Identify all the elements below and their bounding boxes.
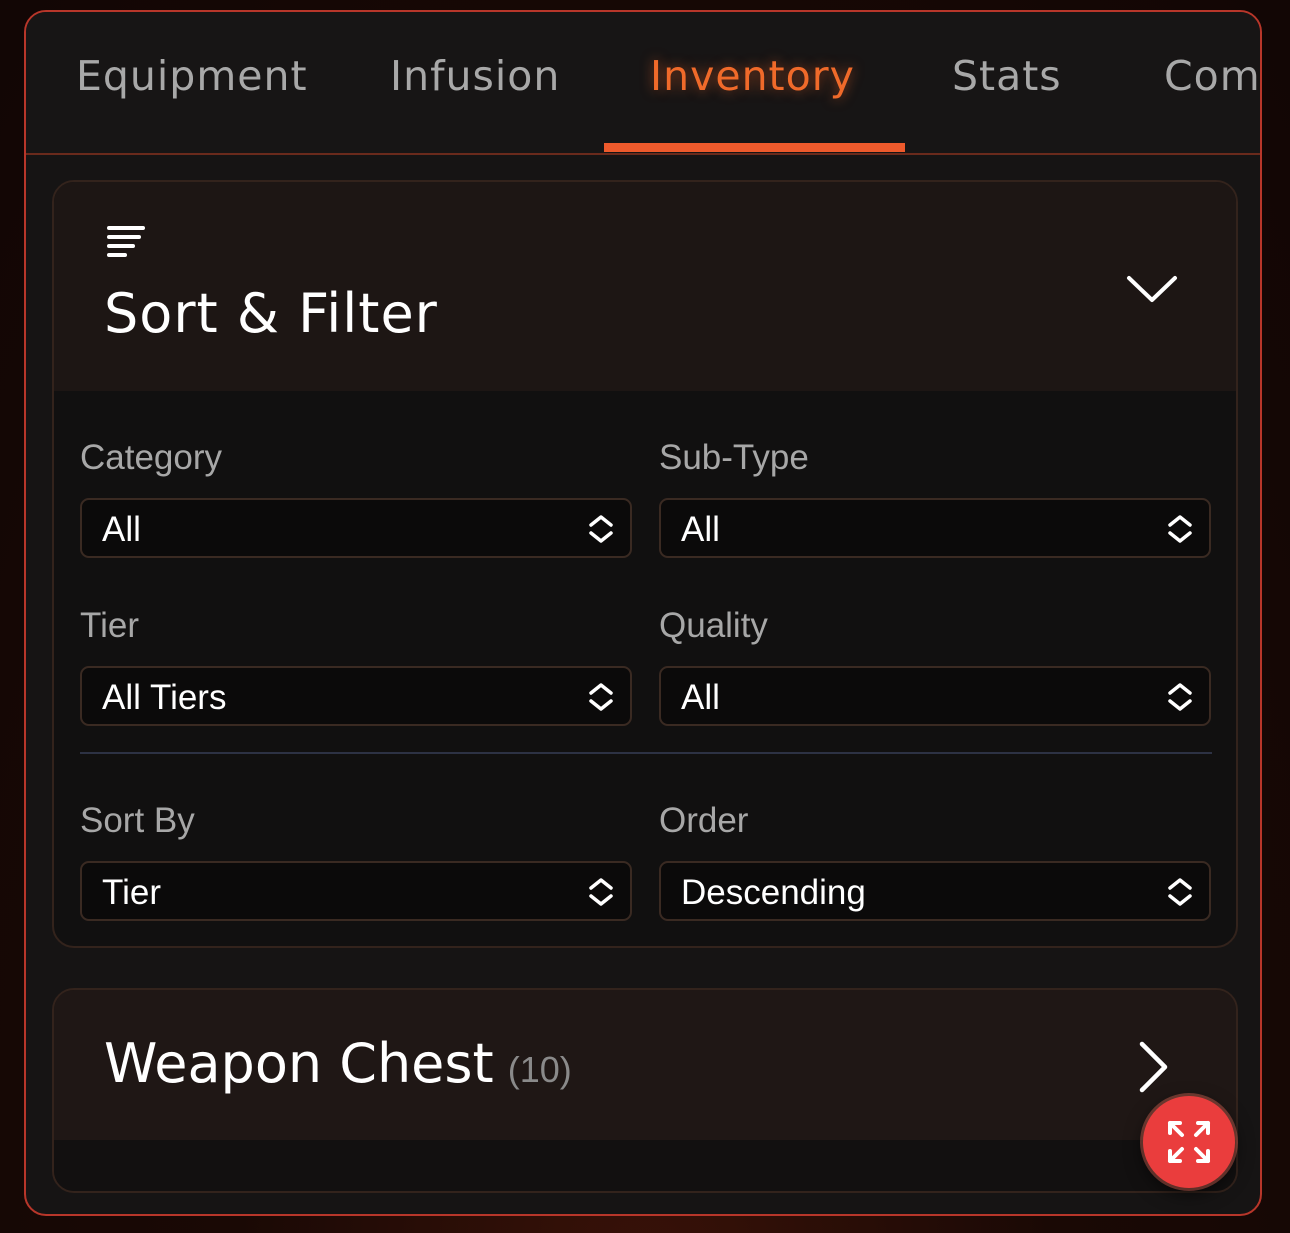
updown-chevron-icon [588,514,614,548]
updown-chevron-icon [588,682,614,716]
updown-chevron-icon [1167,877,1193,911]
sort-filter-card: Sort & Filter Category All Sub-Type All … [52,180,1238,948]
quality-value: All [681,678,720,717]
category-select[interactable]: All [80,498,632,558]
weapon-chest-body [54,1140,1236,1191]
subtype-label: Sub-Type [659,438,809,477]
inventory-panel: Equipment Infusion Inventory Stats Comb … [24,10,1262,1216]
tier-label: Tier [80,606,139,645]
chevron-down-icon[interactable] [1126,272,1178,310]
chevron-right-icon[interactable] [1136,1040,1170,1098]
tab-infusion[interactable]: Infusion [390,52,560,112]
updown-chevron-icon [588,877,614,911]
sort-by-label: Sort By [80,801,195,840]
order-value: Descending [681,873,866,912]
order-label: Order [659,801,749,840]
category-value: All [102,510,141,549]
quality-select[interactable]: All [659,666,1211,726]
sort-filter-header[interactable]: Sort & Filter [54,182,1236,391]
tab-inventory[interactable]: Inventory [650,52,855,112]
sort-by-select[interactable]: Tier [80,861,632,921]
tier-select[interactable]: All Tiers [80,666,632,726]
sort-filter-title: Sort & Filter [104,282,438,345]
category-label: Category [80,438,223,477]
weapon-chest-header[interactable]: Weapon Chest (10) [54,990,1236,1140]
updown-chevron-icon [1167,682,1193,716]
tab-equipment[interactable]: Equipment [76,52,308,112]
sort-by-value: Tier [102,873,161,912]
tab-stats[interactable]: Stats [952,52,1062,112]
updown-chevron-icon [1167,514,1193,548]
subtype-select[interactable]: All [659,498,1211,558]
subtype-value: All [681,510,720,549]
active-tab-indicator [604,143,905,152]
filter-divider [80,752,1212,754]
weapon-chest-count: (10) [507,1049,572,1090]
expand-fab-button[interactable] [1143,1096,1235,1188]
tab-comb[interactable]: Comb [1164,52,1260,112]
weapon-chest-title: Weapon Chest (10) [104,1032,572,1095]
tier-value: All Tiers [102,678,227,717]
expand-arrows-icon [1168,1121,1210,1163]
weapon-chest-card: Weapon Chest (10) [52,988,1238,1193]
order-select[interactable]: Descending [659,861,1211,921]
filter-lines-icon [106,224,146,268]
weapon-chest-title-text: Weapon Chest [104,1032,494,1095]
tab-bar: Equipment Infusion Inventory Stats Comb [26,12,1260,155]
quality-label: Quality [659,606,768,645]
